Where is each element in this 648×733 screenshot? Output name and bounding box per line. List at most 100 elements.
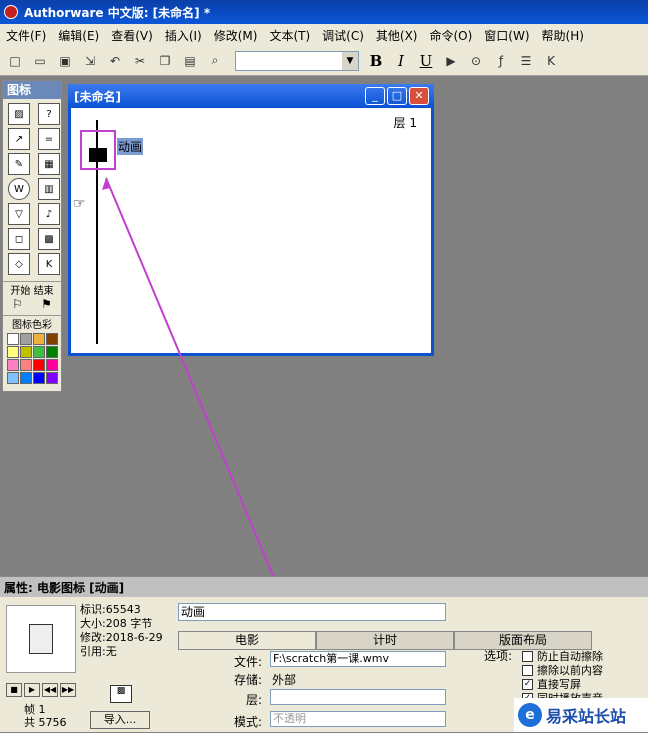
layer-label: 层 1 <box>393 116 417 130</box>
mode-select[interactable]: 不透明 <box>270 711 446 727</box>
info-size: 大小:208 字节 <box>80 617 153 630</box>
maximize-button[interactable]: □ <box>387 87 407 105</box>
functions-icon[interactable]: ƒ <box>490 50 512 72</box>
movie-icon-label[interactable]: 动画 <box>117 138 144 155</box>
video-icon[interactable]: ▩ <box>38 228 60 250</box>
color-swatch[interactable] <box>33 359 45 371</box>
variables-icon[interactable]: ☰ <box>515 50 537 72</box>
step-forward-button[interactable]: ▶▶ <box>60 683 76 697</box>
color-swatch[interactable] <box>33 333 45 345</box>
layer-field-label: 层: <box>246 693 263 707</box>
layer-field[interactable] <box>270 689 446 705</box>
import-icon[interactable]: ⇲ <box>79 50 101 72</box>
color-swatches <box>3 331 61 386</box>
step-back-button[interactable]: ◀◀ <box>42 683 58 697</box>
color-swatch[interactable] <box>7 333 19 345</box>
find-icon[interactable]: ⌕ <box>204 50 226 72</box>
app-titlebar: Authorware 中文版: [未命名] * <box>0 0 648 24</box>
style-select[interactable] <box>235 50 359 71</box>
new-file-icon[interactable]: □ <box>4 50 26 72</box>
open-file-icon[interactable]: ▭ <box>29 50 51 72</box>
color-swatch[interactable] <box>33 372 45 384</box>
control-panel-icon[interactable]: ⊙ <box>465 50 487 72</box>
menu-debug[interactable]: 调试(C) <box>316 27 370 44</box>
menu-edit[interactable]: 编辑(E) <box>52 27 105 44</box>
wait-icon[interactable]: W <box>8 178 30 200</box>
start-flag-icon[interactable]: ⚐ <box>12 297 23 313</box>
palette-icons: ▨ ? ↗ = ✎ ▦ W ▥ ▽ ♪ ◻ ▩ ◇ K <box>3 99 61 279</box>
info-modified: 修改:2018-6-29 <box>80 631 163 644</box>
run-icon[interactable]: ▶ <box>440 50 462 72</box>
color-swatch[interactable] <box>46 346 58 358</box>
menu-window[interactable]: 窗口(W) <box>478 27 535 44</box>
color-swatch[interactable] <box>7 359 19 371</box>
play-button[interactable]: ▶ <box>24 683 40 697</box>
erase-icon[interactable]: ✎ <box>8 153 30 175</box>
display-icon[interactable]: ▨ <box>8 103 30 125</box>
bold-button[interactable]: B <box>365 52 387 70</box>
menu-text[interactable]: 文本(T) <box>263 27 316 44</box>
frame-total: 共 5756 <box>24 716 67 729</box>
underline-button[interactable]: U <box>415 52 437 70</box>
properties-titlebar: 属性: 电影图标 [动画] <box>0 577 648 597</box>
navigate-icon[interactable]: ▽ <box>8 203 30 225</box>
color-swatch[interactable] <box>20 346 32 358</box>
motion-icon[interactable]: ↗ <box>8 128 30 150</box>
movie-thumbnail <box>6 605 76 673</box>
color-swatch[interactable] <box>46 359 58 371</box>
color-swatch[interactable] <box>46 333 58 345</box>
playback-controls: ■ ▶ ◀◀ ▶▶ <box>6 683 76 697</box>
tab-movie[interactable]: 电影 <box>178 631 316 649</box>
copy-icon[interactable]: ❐ <box>154 50 176 72</box>
movie-file-icon <box>29 624 53 654</box>
option-direct-to-screen[interactable]: ✓ 直接写屏 <box>522 677 603 691</box>
tab-timing[interactable]: 计时 <box>316 631 454 649</box>
minimize-button[interactable]: _ <box>365 87 385 105</box>
color-swatch[interactable] <box>46 372 58 384</box>
options-label: 选项: <box>484 649 513 663</box>
flowline-window: [未命名] _ □ ✕ 层 1 动画 ☞ <box>68 84 434 356</box>
option-prevent-erase[interactable]: 防止自动擦除 <box>522 649 603 663</box>
decision-icon[interactable]: ◇ <box>8 253 30 275</box>
color-swatch[interactable] <box>33 346 45 358</box>
map-icon[interactable]: ▦ <box>38 153 60 175</box>
menu-help[interactable]: 帮助(H) <box>536 27 590 44</box>
mode-label: 模式: <box>234 715 263 729</box>
properties-title: 属性: 电影图标 [动画] <box>4 580 125 595</box>
app-title: Authorware 中文版: [未命名] * <box>24 5 211 20</box>
color-swatch[interactable] <box>20 333 32 345</box>
close-button[interactable]: ✕ <box>409 87 429 105</box>
save-icon[interactable]: ▣ <box>54 50 76 72</box>
sound-icon[interactable]: ♪ <box>38 203 60 225</box>
menu-file[interactable]: 文件(F) <box>0 27 52 44</box>
menu-view[interactable]: 查看(V) <box>105 27 159 44</box>
color-swatch[interactable] <box>7 346 19 358</box>
knowledge-object-icon[interactable]: K <box>540 50 562 72</box>
cut-icon[interactable]: ✂ <box>129 50 151 72</box>
menu-modify[interactable]: 修改(M) <box>208 27 264 44</box>
digital-movie-icon[interactable]: ▥ <box>38 178 60 200</box>
interaction-icon[interactable]: ? <box>38 103 60 125</box>
icon-name-field[interactable]: 动画 <box>178 603 446 621</box>
undo-icon[interactable]: ↶ <box>104 50 126 72</box>
info-reference: 引用:无 <box>80 645 117 658</box>
color-swatch[interactable] <box>20 359 32 371</box>
color-swatch[interactable] <box>20 372 32 384</box>
stop-button[interactable]: ■ <box>6 683 22 697</box>
end-flag-icon[interactable]: ⚑ <box>41 297 52 313</box>
import-button[interactable]: 导入... <box>90 711 150 729</box>
knowledge-object-icon[interactable]: K <box>38 253 60 275</box>
tab-layout[interactable]: 版面布局 <box>454 631 592 649</box>
file-field[interactable]: F:\scratch第一课.wmv <box>270 651 446 667</box>
color-swatch[interactable] <box>7 372 19 384</box>
frame-current: 帧 1 <box>24 703 46 716</box>
option-erase-previous[interactable]: 擦除以前内容 <box>522 663 603 677</box>
italic-button[interactable]: I <box>390 52 412 70</box>
calculation-icon[interactable]: = <box>38 128 60 150</box>
paste-icon[interactable]: ▤ <box>179 50 201 72</box>
framework-icon[interactable]: ◻ <box>8 228 30 250</box>
icon-palette: 图标 ▨ ? ↗ = ✎ ▦ W ▥ ▽ ♪ ◻ ▩ ◇ K 开始 结束 ⚐ ⚑… <box>2 80 62 392</box>
menu-command[interactable]: 命令(O) <box>423 27 478 44</box>
menu-other[interactable]: 其他(X) <box>370 27 424 44</box>
menu-insert[interactable]: 插入(I) <box>159 27 208 44</box>
